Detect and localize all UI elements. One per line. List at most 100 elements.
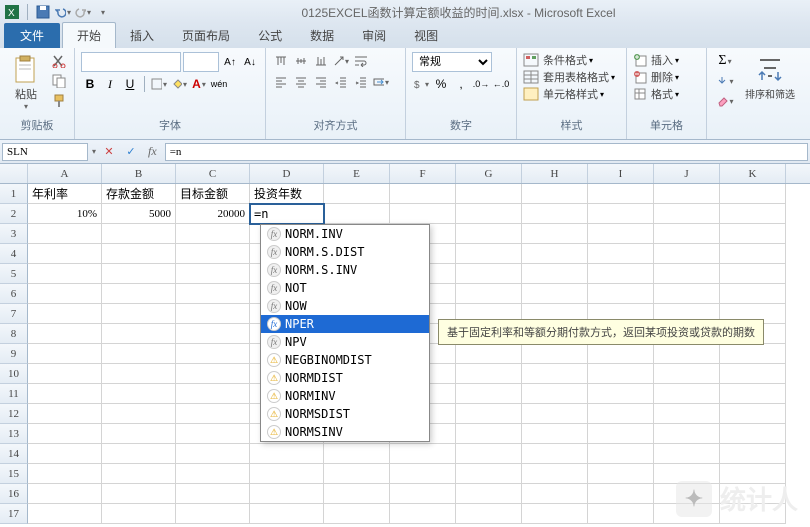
- cell-B9[interactable]: [102, 344, 176, 364]
- currency-button[interactable]: $: [412, 75, 430, 93]
- decrease-decimal-button[interactable]: ←.0: [492, 75, 510, 93]
- comma-button[interactable]: ,: [452, 75, 470, 93]
- fill-button[interactable]: [713, 72, 737, 90]
- cell-K6[interactable]: [720, 284, 786, 304]
- increase-indent-button[interactable]: [352, 73, 370, 91]
- row-header[interactable]: 1: [0, 184, 28, 204]
- undo-icon[interactable]: [55, 4, 71, 20]
- cell-J5[interactable]: [654, 264, 720, 284]
- cell-A4[interactable]: [28, 244, 102, 264]
- cell-C5[interactable]: [176, 264, 250, 284]
- italic-button[interactable]: I: [101, 75, 119, 93]
- cell-I10[interactable]: [588, 364, 654, 384]
- wrap-text-button[interactable]: [352, 52, 370, 70]
- cell-B16[interactable]: [102, 484, 176, 504]
- percent-button[interactable]: %: [432, 75, 450, 93]
- cell-J1[interactable]: [654, 184, 720, 204]
- align-center-button[interactable]: [292, 73, 310, 91]
- autocomplete-item[interactable]: fxNORM.S.DIST: [261, 243, 429, 261]
- cell-H13[interactable]: [522, 424, 588, 444]
- cell-J10[interactable]: [654, 364, 720, 384]
- col-header-I[interactable]: I: [588, 164, 654, 183]
- autocomplete-item[interactable]: ⚠NORMSDIST: [261, 405, 429, 423]
- cell-I14[interactable]: [588, 444, 654, 464]
- tab-insert[interactable]: 插入: [116, 23, 168, 48]
- row-header[interactable]: 3: [0, 224, 28, 244]
- cell-E2[interactable]: [324, 204, 390, 224]
- cell-C8[interactable]: [176, 324, 250, 344]
- cell-J9[interactable]: [654, 344, 720, 364]
- row-header[interactable]: 4: [0, 244, 28, 264]
- cell-B15[interactable]: [102, 464, 176, 484]
- cell-H12[interactable]: [522, 404, 588, 424]
- cell-K9[interactable]: [720, 344, 786, 364]
- row-header[interactable]: 10: [0, 364, 28, 384]
- row-header[interactable]: 16: [0, 484, 28, 504]
- cell-G4[interactable]: [456, 244, 522, 264]
- col-header-K[interactable]: K: [720, 164, 786, 183]
- col-header-G[interactable]: G: [456, 164, 522, 183]
- cell-J2[interactable]: [654, 204, 720, 224]
- merge-button[interactable]: [372, 73, 390, 91]
- cell-B8[interactable]: [102, 324, 176, 344]
- cell-C3[interactable]: [176, 224, 250, 244]
- bold-button[interactable]: B: [81, 75, 99, 93]
- cell-D1[interactable]: 投资年数: [250, 184, 324, 204]
- align-bottom-button[interactable]: [312, 52, 330, 70]
- cell-K10[interactable]: [720, 364, 786, 384]
- cell-A6[interactable]: [28, 284, 102, 304]
- enter-formula-button[interactable]: ✓: [122, 143, 140, 161]
- cell-G3[interactable]: [456, 224, 522, 244]
- cell-J4[interactable]: [654, 244, 720, 264]
- formula-autocomplete[interactable]: fxNORM.INVfxNORM.S.DISTfxNORM.S.INVfxNOT…: [260, 224, 430, 442]
- worksheet-grid[interactable]: A B C D E F G H I J K 1年利率存款金额目标金额投资年数21…: [0, 164, 810, 524]
- cell-I11[interactable]: [588, 384, 654, 404]
- cell-K14[interactable]: [720, 444, 786, 464]
- cell-I16[interactable]: [588, 484, 654, 504]
- autocomplete-item[interactable]: ⚠NORMDIST: [261, 369, 429, 387]
- increase-font-button[interactable]: A↑: [221, 53, 239, 71]
- cell-D14[interactable]: [250, 444, 324, 464]
- cell-C1[interactable]: 目标金额: [176, 184, 250, 204]
- cell-C16[interactable]: [176, 484, 250, 504]
- excel-icon[interactable]: X: [4, 4, 20, 20]
- cell-F14[interactable]: [390, 444, 456, 464]
- cell-E17[interactable]: [324, 504, 390, 524]
- autocomplete-item[interactable]: ⚠NEGBINOMDIST: [261, 351, 429, 369]
- cell-C15[interactable]: [176, 464, 250, 484]
- cell-G11[interactable]: [456, 384, 522, 404]
- cell-G10[interactable]: [456, 364, 522, 384]
- row-header[interactable]: 6: [0, 284, 28, 304]
- autocomplete-item[interactable]: fxNORM.INV: [261, 225, 429, 243]
- cell-C12[interactable]: [176, 404, 250, 424]
- cell-C2[interactable]: 20000: [176, 204, 250, 224]
- cell-J14[interactable]: [654, 444, 720, 464]
- name-box[interactable]: [2, 143, 88, 161]
- cell-I6[interactable]: [588, 284, 654, 304]
- font-name-select[interactable]: [81, 52, 181, 72]
- cell-D2[interactable]: =n: [250, 204, 324, 224]
- cell-D15[interactable]: [250, 464, 324, 484]
- cell-B7[interactable]: [102, 304, 176, 324]
- cell-A3[interactable]: [28, 224, 102, 244]
- cell-F2[interactable]: [390, 204, 456, 224]
- select-all-corner[interactable]: [0, 164, 28, 183]
- cell-J6[interactable]: [654, 284, 720, 304]
- cell-I12[interactable]: [588, 404, 654, 424]
- cell-styles-button[interactable]: 单元格样式▾: [523, 86, 604, 102]
- cell-I2[interactable]: [588, 204, 654, 224]
- cell-K1[interactable]: [720, 184, 786, 204]
- fill-color-button[interactable]: [170, 75, 188, 93]
- cell-G5[interactable]: [456, 264, 522, 284]
- cell-C6[interactable]: [176, 284, 250, 304]
- format-painter-button[interactable]: [50, 92, 68, 110]
- row-header[interactable]: 11: [0, 384, 28, 404]
- cancel-formula-button[interactable]: ✕: [100, 143, 118, 161]
- tab-home[interactable]: 开始: [62, 22, 116, 48]
- col-header-A[interactable]: A: [28, 164, 102, 183]
- cell-H4[interactable]: [522, 244, 588, 264]
- cell-I17[interactable]: [588, 504, 654, 524]
- cell-J3[interactable]: [654, 224, 720, 244]
- format-cells-button[interactable]: 格式▾: [633, 86, 679, 102]
- cell-I1[interactable]: [588, 184, 654, 204]
